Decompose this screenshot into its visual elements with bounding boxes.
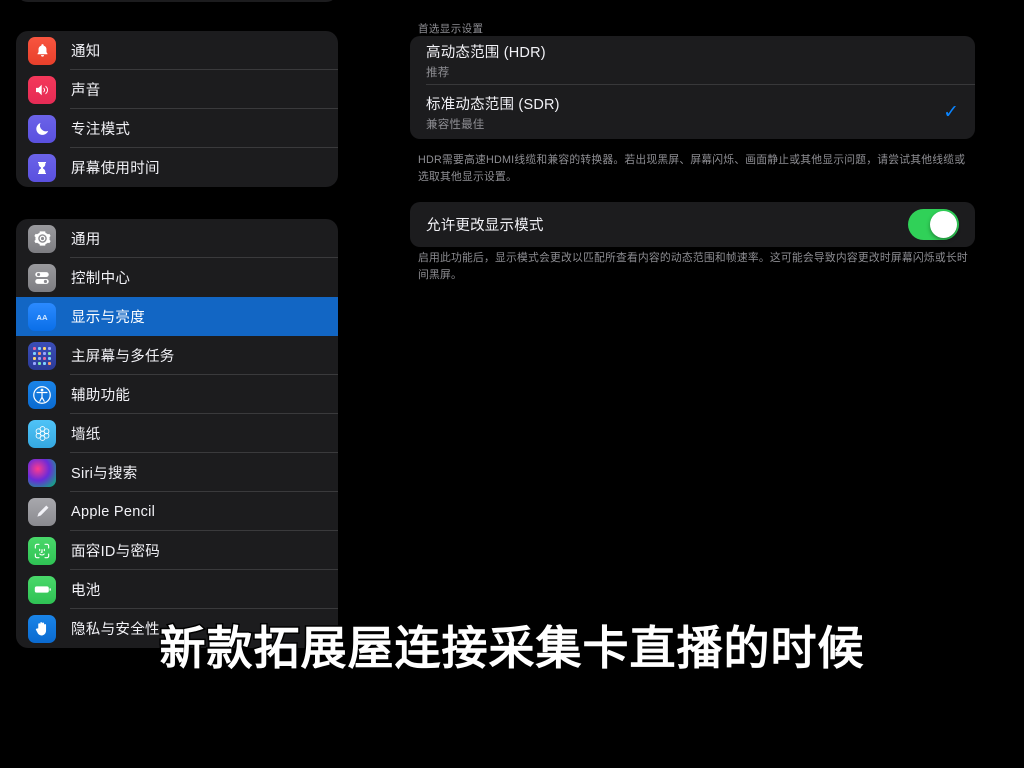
sidebar-group-partial-above [16,0,338,2]
sidebar-item-label: 显示与亮度 [71,310,145,326]
sidebar-item-focus[interactable]: 专注模式 [16,109,338,148]
sidebar-item-label: 通知 [71,44,101,60]
allow-change-title: 允许更改显示模式 [426,218,544,234]
option-row-hdr[interactable]: 高动态范围 (HDR) 推荐 [410,36,975,85]
aa-text-icon: AA [28,302,56,331]
pencil-icon [28,497,56,526]
speaker-icon [28,75,56,104]
option-subtitle: 兼容性最佳 [426,118,485,131]
option-subtitle: 推荐 [426,67,450,79]
toggles-icon [28,263,56,292]
hourglass-icon [28,153,56,182]
sidebar-item-general[interactable]: 通用 [16,219,338,258]
sidebar-item-siri-search[interactable]: Siri与搜索 [16,453,338,492]
sidebar-item-label: 声音 [71,83,101,99]
sidebar-item-label: 屏幕使用时间 [71,161,160,177]
sidebar-item-battery[interactable]: 电池 [16,570,338,609]
ipad-settings-screen: 通知 声音 专注模式 屏幕使用时间 通用 控制中心 AA 显示与亮度 主屏幕与多… [0,0,1024,768]
sidebar-item-face-id-passcode[interactable]: 面容ID与密码 [16,531,338,570]
moon-icon [28,114,56,143]
option-row-sdr[interactable]: 标准动态范围 (SDR) 兼容性最佳 ✓ [410,85,975,139]
battery-icon [28,575,56,604]
sidebar-item-screen-time[interactable]: 屏幕使用时间 [16,148,338,187]
allow-change-row[interactable]: 允许更改显示模式 [410,202,975,247]
sidebar-item-label: Apple Pencil [71,503,156,520]
siri-orb-icon [28,458,56,487]
svg-text:AA: AA [36,312,48,321]
sidebar-item-display-brightness[interactable]: AA 显示与亮度 [16,297,338,336]
sidebar-item-sounds[interactable]: 声音 [16,70,338,109]
allow-change-toggle[interactable] [908,209,959,240]
sidebar-item-control-center[interactable]: 控制中心 [16,258,338,297]
sidebar-item-label: 辅助功能 [71,388,131,404]
sidebar-item-wallpaper[interactable]: 墙纸 [16,414,338,453]
option-title: 高动态范围 (HDR) [426,45,546,61]
sidebar-item-notifications[interactable]: 通知 [16,31,338,70]
sidebar-item-label: 通用 [71,232,101,248]
sidebar-item-apple-pencil[interactable]: Apple Pencil [16,492,338,531]
preferred-display-footnote: HDR需要高速HDMI线缆和兼容的转换器。若出现黑屏、屏幕闪烁、画面静止或其他显… [418,154,966,183]
option-title: 标准动态范围 (SDR) [426,96,560,113]
accessibility-icon [28,380,56,409]
option-texts: 标准动态范围 (SDR) 兼容性最佳 [426,93,943,132]
gear-icon [28,224,56,253]
sidebar-item-label: 电池 [71,583,101,599]
sidebar-item-label: 面容ID与密码 [71,544,161,560]
checkmark-icon: ✓ [943,101,959,123]
app-grid-icon [28,341,56,370]
sidebar-group-alerts: 通知 声音 专注模式 屏幕使用时间 [16,31,338,187]
sidebar-item-label: 主屏幕与多任务 [71,349,175,365]
sidebar-item-accessibility[interactable]: 辅助功能 [16,375,338,414]
preferred-display-card: 高动态范围 (HDR) 推荐 标准动态范围 (SDR) 兼容性最佳 ✓ [410,36,975,139]
toggle-knob [930,211,957,238]
allow-change-texts: 允许更改显示模式 [426,214,908,235]
option-texts: 高动态范围 (HDR) 推荐 [426,41,959,80]
face-id-icon [28,536,56,565]
sidebar-group-system: 通用 控制中心 AA 显示与亮度 主屏幕与多任务 辅助功能 墙纸 Siri与搜索… [16,219,338,648]
sidebar-item-label: 墙纸 [71,427,101,443]
allow-change-footnote: 启用此功能后，显示模式会更改以匹配所查看内容的动态范围和帧速率。这可能会导致内容… [418,252,968,281]
sidebar-item-label: 专注模式 [71,122,131,138]
sidebar-item-label: 控制中心 [71,271,131,287]
bell-icon [28,36,56,65]
wallpaper-flower-icon [28,419,56,448]
allow-change-card: 允许更改显示模式 [410,202,975,247]
sidebar-item-label: Siri与搜索 [71,466,138,482]
video-caption-subtitle: 新款拓展屋连接采集卡直播的时候 [158,620,865,677]
sidebar-item-home-multitasking[interactable]: 主屏幕与多任务 [16,336,338,375]
preferred-display-header: 首选显示设置 [418,23,484,35]
